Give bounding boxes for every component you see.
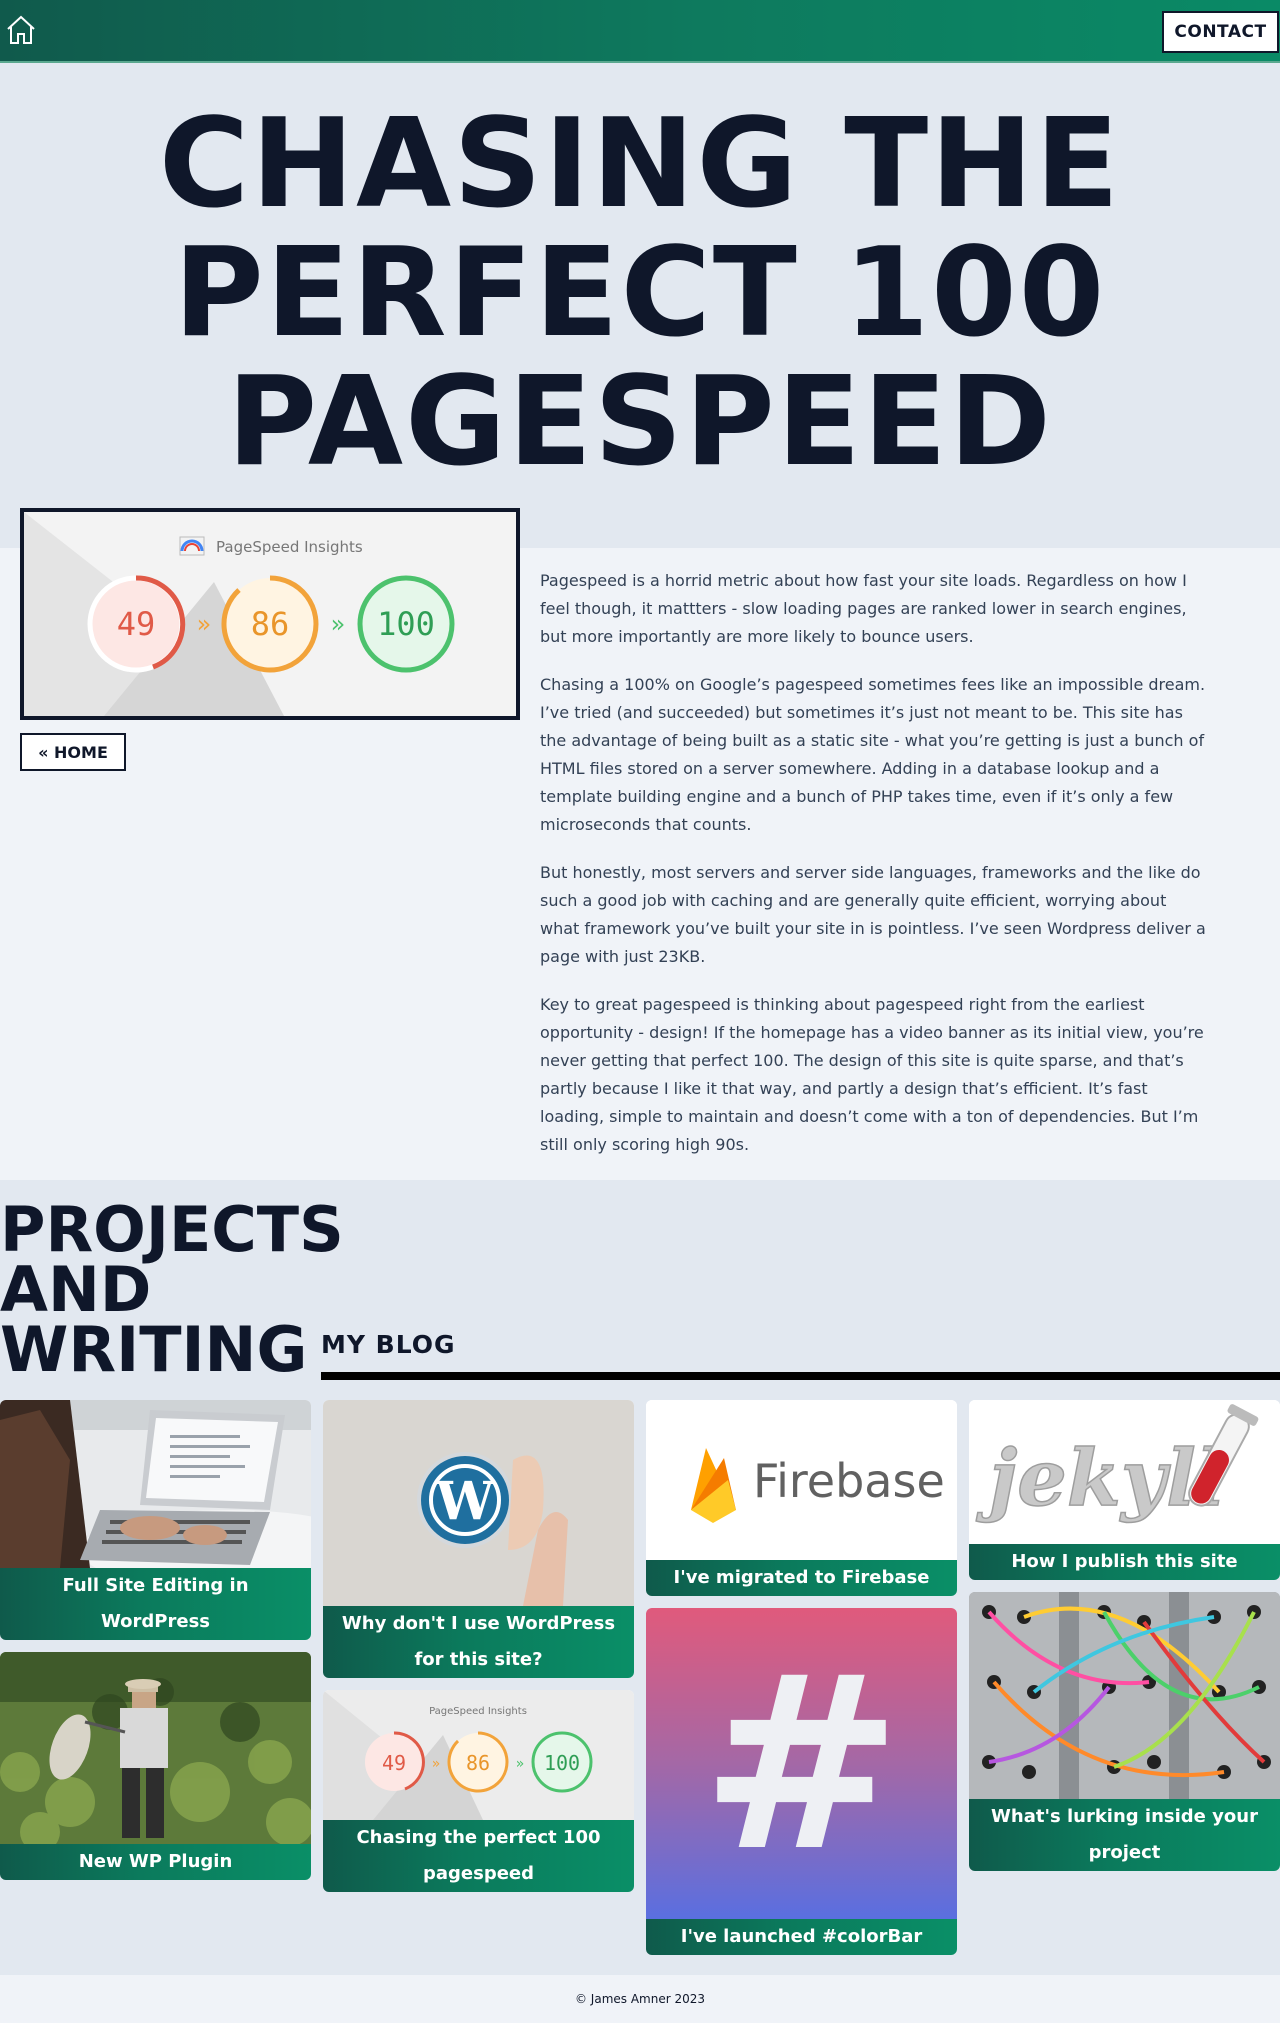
svg-text:49: 49 <box>117 605 156 643</box>
svg-text:PageSpeed Insights: PageSpeed Insights <box>429 1706 527 1717</box>
blog-card-lurking-inside[interactable]: What's lurking inside your project <box>969 1592 1280 1871</box>
svg-text:86: 86 <box>466 1751 490 1775</box>
card-label: How I publish this site <box>969 1544 1280 1580</box>
insights-heading: PageSpeed Insights <box>216 538 363 556</box>
laptop-photo <box>0 1400 311 1568</box>
blog-card-firebase[interactable]: Firebase I've migrated to Firebase <box>646 1400 957 1596</box>
score-49-gauge: 49 <box>87 575 186 673</box>
jekyll-logo: jekyll <box>969 1400 1280 1544</box>
article-paragraph: Key to great pagespeed is thinking about… <box>540 995 1204 1154</box>
svg-text:Firebase: Firebase <box>753 1454 945 1508</box>
home-button[interactable]: « HOME <box>20 733 126 771</box>
svg-text:49: 49 <box>382 1751 406 1775</box>
hash-icon: # <box>700 1623 903 1904</box>
svg-text:100: 100 <box>377 605 435 643</box>
site-header: CONTACT <box>0 0 1280 63</box>
svg-text:»: » <box>331 610 346 638</box>
card-label: Chasing the perfect 100 pagespeed <box>323 1820 634 1892</box>
svg-text:100: 100 <box>544 1751 580 1775</box>
blog-card-new-wp-plugin[interactable]: New WP Plugin <box>0 1652 311 1880</box>
site-footer: © James Amner 2023 <box>0 1975 1280 2023</box>
home-icon[interactable] <box>4 13 38 47</box>
score-86-gauge: 86 <box>221 575 319 673</box>
blog-heading: MY BLOG <box>321 1330 456 1359</box>
article-paragraph: Pagespeed is a horrid metric about how f… <box>540 571 1187 646</box>
title-line: PERFECT 100 <box>173 222 1107 365</box>
svg-text:»: » <box>432 1756 441 1772</box>
projects-title: PROJECTS AND WRITING <box>0 1193 344 1386</box>
card-label: I've launched #colorBar <box>646 1919 957 1955</box>
pagespeed-insights-thumb: PageSpeed Insights 49 » 86 » 100 <box>323 1690 634 1820</box>
article-body: Pagespeed is a horrid metric about how f… <box>540 567 1208 1179</box>
card-label: Why don't I use WordPress for this site? <box>323 1606 634 1678</box>
pagespeed-feature-image: PageSpeed Insights 49 » 86 » 100 <box>20 508 520 720</box>
contact-button[interactable]: CONTACT <box>1162 11 1279 53</box>
blog-card-why-not-wordpress[interactable]: W Why don't I use WordPress for this sit… <box>323 1400 634 1678</box>
svg-text:jekyll: jekyll <box>976 1433 1225 1524</box>
wordpress-logo-photo: W <box>323 1400 634 1606</box>
card-label: Full Site Editing in WordPress <box>0 1568 311 1640</box>
title-line: CHASING THE <box>158 93 1122 236</box>
title-line: PAGESPEED <box>227 351 1053 494</box>
wordpress-icon: W <box>435 1471 496 1532</box>
svg-text:»: » <box>197 610 212 638</box>
blog-card-publish-site[interactable]: jekyll How I publish this site <box>969 1400 1280 1580</box>
blog-card-chasing-100[interactable]: PageSpeed Insights 49 » 86 » 100 Chasing… <box>323 1690 634 1892</box>
card-label: New WP Plugin <box>0 1844 311 1880</box>
score-100-gauge: 100 <box>357 575 455 673</box>
firebase-logo: Firebase <box>646 1400 957 1560</box>
page-title: CHASING THE PERFECT 100 PAGESPEED <box>0 100 1280 487</box>
article-paragraph: But honestly, most servers and server si… <box>540 863 1206 966</box>
cables-photo <box>969 1592 1280 1799</box>
hash-gradient: # <box>646 1608 957 1919</box>
article-paragraph: Chasing a 100% on Google’s pagespeed som… <box>540 675 1206 834</box>
field-photo <box>0 1652 311 1844</box>
blog-card-full-site-editing[interactable]: Full Site Editing in WordPress <box>0 1400 311 1640</box>
svg-text:86: 86 <box>251 605 290 643</box>
card-label: What's lurking inside your project <box>969 1799 1280 1871</box>
card-label: I've migrated to Firebase <box>646 1560 957 1596</box>
blog-divider <box>321 1372 1280 1380</box>
blog-card-colorbar[interactable]: # I've launched #colorBar <box>646 1608 957 1955</box>
svg-text:»: » <box>516 1756 525 1772</box>
